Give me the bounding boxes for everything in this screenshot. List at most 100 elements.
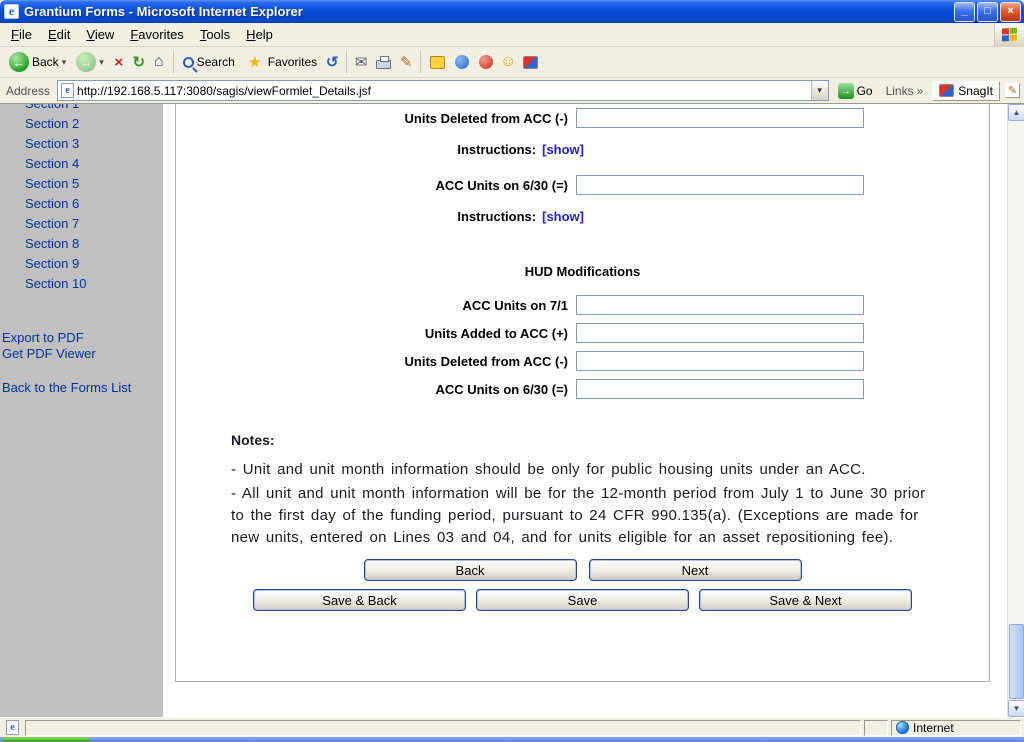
back-to-forms-list-link[interactable]: Back to the Forms List [0, 380, 163, 396]
forward-dropdown-icon[interactable]: ▾ [99, 57, 104, 68]
sidebar-item-section-3[interactable]: Section 3 [0, 134, 163, 154]
scroll-up-button[interactable]: ▲ [1008, 104, 1024, 121]
start-button-sliver[interactable] [2, 737, 90, 742]
section-list: Section 1 Section 2 Section 3 Section 4 … [0, 104, 163, 294]
back-label: Back [32, 55, 59, 69]
security-zone-cell: Internet [891, 720, 1021, 736]
sidebar-item-section-1[interactable]: Section 1 [0, 104, 163, 114]
units-deleted-label: Units Deleted from ACC (-) [176, 111, 576, 126]
instructions-row: Instructions: [show] [176, 209, 584, 224]
hud-units-added-input[interactable] [576, 323, 864, 343]
status-message-area [25, 720, 861, 736]
menu-favorites[interactable]: Favorites [122, 24, 191, 45]
nav-buttons-row: Back Next [176, 559, 989, 581]
save-and-back-button[interactable]: Save & Back [253, 589, 466, 611]
instructions-row: Instructions: [show] [176, 142, 584, 157]
mail-button[interactable]: ✉ [351, 53, 371, 72]
links-chevron-icon[interactable]: » [917, 84, 924, 98]
go-button[interactable]: → Go [834, 82, 877, 100]
hud-rows: ACC Units on 7/1 Units Added to ACC (+) … [176, 295, 989, 399]
export-to-pdf-link[interactable]: Export to PDF [0, 330, 163, 346]
back-form-button[interactable]: Back [364, 559, 577, 581]
menu-help[interactable]: Help [238, 24, 281, 45]
print-icon [376, 60, 391, 69]
toolbar: ← Back ▾ → ▾ × ↻ ⌂ Search ★ Favorites ↺ … [0, 47, 1024, 78]
menu-file[interactable]: File [3, 24, 40, 45]
form-row: ACC Units on 6/30 (=) [176, 379, 989, 399]
status-progress-cell [864, 720, 888, 736]
menu-edit[interactable]: Edit [40, 24, 78, 45]
save-button[interactable]: Save [476, 589, 689, 611]
acc-units-630-label: ACC Units on 6/30 (=) [176, 178, 576, 193]
snagit-capture-button[interactable]: ✎ [1005, 83, 1020, 98]
save-and-next-button[interactable]: Save & Next [699, 589, 912, 611]
smiley-button[interactable]: ☺ [498, 52, 518, 72]
sidebar-nav: Section 1 Section 2 Section 3 Section 4 … [0, 104, 163, 717]
vertical-scrollbar[interactable]: ▲ ▼ [1007, 104, 1024, 717]
hud-units-deleted-input[interactable] [576, 351, 864, 371]
sidebar-item-section-5[interactable]: Section 5 [0, 174, 163, 194]
scroll-down-button[interactable]: ▼ [1008, 700, 1024, 717]
address-bar: Address e ▾ → Go Links » SnagIt ✎ [0, 78, 1024, 104]
stop-button[interactable]: × [109, 53, 129, 72]
minimize-button[interactable]: _ [954, 2, 975, 22]
next-form-button[interactable]: Next [589, 559, 802, 581]
research-button[interactable] [450, 53, 474, 71]
sidebar-item-section-2[interactable]: Section 2 [0, 114, 163, 134]
hud-acc-units-71-input[interactable] [576, 295, 864, 315]
instructions-label: Instructions: [457, 209, 536, 224]
sidebar-item-section-8[interactable]: Section 8 [0, 234, 163, 254]
maximize-button[interactable]: □ [977, 2, 998, 22]
links-bar[interactable]: Links » [882, 84, 928, 98]
address-label: Address [4, 84, 52, 98]
get-pdf-viewer-link[interactable]: Get PDF Viewer [0, 346, 163, 362]
sidebar-item-section-9[interactable]: Section 9 [0, 254, 163, 274]
close-button[interactable]: × [1000, 2, 1021, 22]
search-button[interactable]: Search [178, 53, 240, 71]
title-bar: e Grantium Forms - Microsoft Internet Ex… [0, 0, 1024, 23]
save-buttons-row: Save & Back Save Save & Next [176, 589, 989, 611]
snagit-icon [523, 56, 538, 69]
print-button[interactable] [371, 53, 396, 71]
back-dropdown-icon[interactable]: ▾ [62, 57, 67, 68]
units-deleted-input[interactable] [576, 108, 864, 128]
snagit-toolbar-button[interactable] [518, 54, 543, 71]
go-label: Go [857, 84, 873, 98]
history-button[interactable]: ↺ [322, 53, 342, 72]
sidebar-item-section-7[interactable]: Section 7 [0, 214, 163, 234]
messenger-button[interactable] [474, 53, 498, 71]
menu-view[interactable]: View [78, 24, 122, 45]
scrollbar-thumb[interactable] [1009, 624, 1024, 699]
address-input[interactable] [77, 82, 811, 99]
edit-button[interactable]: ✎ [396, 53, 416, 72]
form-row: Units Deleted from ACC (-) [176, 351, 989, 371]
forward-button[interactable]: → ▾ [71, 50, 109, 74]
form-row: ACC Units on 6/30 (=) [176, 175, 989, 195]
toolbar-separator [173, 51, 174, 73]
instructions-label: Instructions: [457, 142, 536, 157]
taskbar-sliver [0, 737, 1024, 742]
back-button[interactable]: ← Back ▾ [4, 50, 71, 74]
internet-globe-icon [896, 721, 909, 734]
acc-units-630-input[interactable] [576, 175, 864, 195]
home-button[interactable]: ⌂ [149, 52, 169, 72]
note-line-2: - All unit and unit month information wi… [231, 483, 931, 549]
show-instructions-link[interactable]: [show] [542, 209, 584, 224]
page-content: Section 1 Section 2 Section 3 Section 4 … [0, 104, 1024, 717]
address-dropdown-button[interactable]: ▾ [811, 81, 828, 100]
snagit-icon [939, 84, 954, 97]
show-instructions-link[interactable]: [show] [542, 142, 584, 157]
refresh-button[interactable]: ↻ [129, 53, 149, 72]
messenger-icon [479, 55, 493, 69]
sidebar-item-section-6[interactable]: Section 6 [0, 194, 163, 214]
favorites-button[interactable]: ★ Favorites [240, 51, 322, 74]
hud-acc-units-630-input[interactable] [576, 379, 864, 399]
note-line-1: - Unit and unit month information should… [231, 459, 931, 481]
discuss-button[interactable] [425, 54, 450, 71]
sidebar-item-section-10[interactable]: Section 10 [0, 274, 163, 294]
menu-tools[interactable]: Tools [192, 24, 238, 45]
favorites-label: Favorites [268, 55, 317, 69]
snagit-button[interactable]: SnagIt [932, 81, 1000, 101]
form-row: ACC Units on 7/1 [176, 295, 989, 315]
sidebar-item-section-4[interactable]: Section 4 [0, 154, 163, 174]
